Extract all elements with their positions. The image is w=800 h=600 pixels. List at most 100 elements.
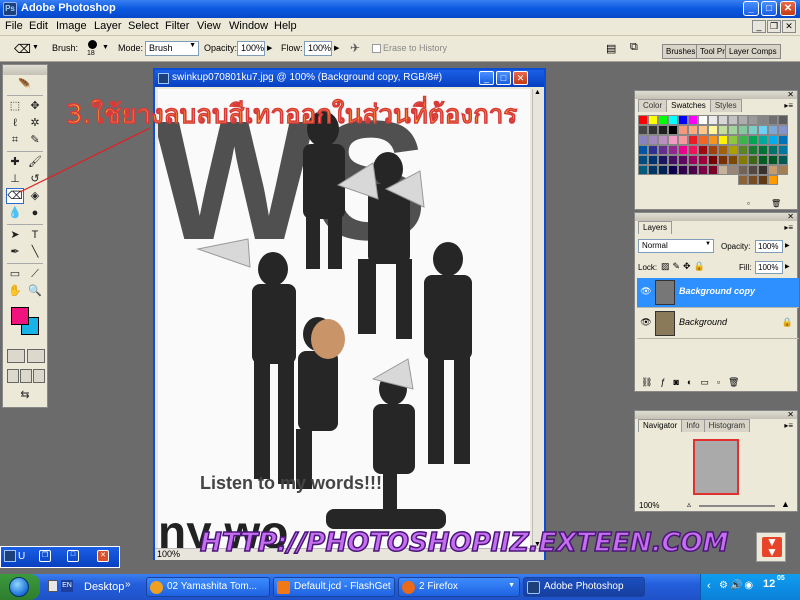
eye-icon[interactable]: 👁: [639, 286, 653, 298]
color-swatch[interactable]: [668, 115, 678, 125]
maximize-button[interactable]: □: [67, 550, 79, 562]
color-swatch[interactable]: [748, 175, 758, 185]
color-swatch[interactable]: [728, 135, 738, 145]
trash-icon[interactable]: 🗑: [728, 377, 747, 387]
color-swatch[interactable]: [648, 155, 658, 165]
color-swatch[interactable]: [748, 155, 758, 165]
color-swatch[interactable]: [748, 165, 758, 175]
color-swatch[interactable]: [718, 145, 728, 155]
color-swatch[interactable]: [778, 155, 788, 165]
color-swatch[interactable]: [738, 115, 748, 125]
taskbar-button-flashget[interactable]: Default.jcd - FlashGet: [273, 577, 395, 597]
color-swatch[interactable]: [658, 145, 668, 155]
color-swatch[interactable]: [718, 155, 728, 165]
blend-mode-select[interactable]: Normal ▼: [638, 239, 714, 253]
toolbar-chevron-icon[interactable]: »: [125, 579, 131, 590]
color-swatch[interactable]: [768, 115, 778, 125]
color-swatch[interactable]: [688, 135, 698, 145]
tab-swatches[interactable]: Swatches: [666, 99, 711, 112]
minimized-document-window[interactable]: U ❐ □ ✕: [0, 546, 120, 568]
download-widget[interactable]: ▼ ▼: [756, 532, 786, 562]
color-swatch[interactable]: [758, 115, 768, 125]
color-swatch[interactable]: [748, 145, 758, 155]
lock-options-icons[interactable]: ▨✎✥🔒: [661, 261, 708, 272]
close-button[interactable]: ✕: [97, 550, 109, 562]
color-swatch[interactable]: [758, 165, 768, 175]
color-swatch[interactable]: [668, 165, 678, 175]
color-swatch[interactable]: [708, 165, 718, 175]
color-swatch[interactable]: [648, 165, 658, 175]
color-swatch[interactable]: [678, 165, 688, 175]
color-swatch[interactable]: [778, 115, 788, 125]
panel-close-icon[interactable]: ✕: [787, 212, 794, 221]
color-swatch[interactable]: [748, 125, 758, 135]
panel-menu-icon[interactable]: ▸≡: [784, 223, 793, 232]
color-swatch[interactable]: [738, 165, 748, 175]
new-group-icon[interactable]: ▭: [700, 377, 717, 387]
color-swatch[interactable]: [708, 145, 718, 155]
color-swatch[interactable]: [768, 145, 778, 155]
color-swatch[interactable]: [688, 155, 698, 165]
trash-icon[interactable]: 🗑: [771, 199, 781, 208]
navigator-preview[interactable]: [693, 439, 739, 495]
color-swatch[interactable]: [678, 125, 688, 135]
color-swatch[interactable]: [708, 115, 718, 125]
color-swatch[interactable]: [638, 115, 648, 125]
color-swatch[interactable]: [728, 125, 738, 135]
quick-launch-icon[interactable]: [48, 580, 58, 592]
tray-expand-icon[interactable]: ‹: [707, 580, 711, 592]
desktop-toolbar-label[interactable]: Desktop: [84, 581, 124, 593]
color-swatch[interactable]: [778, 145, 788, 155]
color-swatch[interactable]: [688, 165, 698, 175]
color-swatch[interactable]: [718, 135, 728, 145]
color-swatch[interactable]: [768, 135, 778, 145]
zoom-in-icon[interactable]: ▲: [781, 499, 790, 509]
color-swatch[interactable]: [658, 135, 668, 145]
color-swatch[interactable]: [758, 175, 768, 185]
color-swatch[interactable]: [708, 135, 718, 145]
color-swatch[interactable]: [658, 155, 668, 165]
color-swatch[interactable]: [698, 155, 708, 165]
color-swatch[interactable]: [638, 125, 648, 135]
color-swatch[interactable]: [668, 125, 678, 135]
new-layer-icon[interactable]: ▫: [717, 377, 728, 387]
color-swatch[interactable]: [778, 165, 788, 175]
start-button[interactable]: [0, 574, 40, 600]
layer-row-background-copy[interactable]: 👁 Background copy: [637, 278, 799, 308]
navigator-zoom[interactable]: 100%: [639, 501, 659, 510]
color-swatch[interactable]: [658, 115, 668, 125]
color-swatch[interactable]: [728, 155, 738, 165]
color-swatch[interactable]: [738, 145, 748, 155]
color-swatch[interactable]: [728, 165, 738, 175]
color-swatch[interactable]: [718, 115, 728, 125]
color-swatch[interactable]: [738, 135, 748, 145]
color-swatch[interactable]: [688, 125, 698, 135]
color-swatch[interactable]: [758, 135, 768, 145]
color-swatch[interactable]: [648, 135, 658, 145]
tab-info[interactable]: Info: [681, 419, 705, 432]
restore-button[interactable]: ❐: [39, 550, 51, 562]
foreground-color-swatch[interactable]: [11, 307, 29, 325]
new-swatch-icon[interactable]: ▫: [747, 199, 750, 208]
zoom-out-icon[interactable]: ▵: [687, 500, 691, 509]
taskbar-button-music[interactable]: 02 Yamashita Tom...: [146, 577, 270, 597]
tab-styles[interactable]: Styles: [709, 99, 742, 112]
fill-field[interactable]: 100%: [755, 261, 783, 274]
color-swatch[interactable]: [658, 165, 668, 175]
color-swatch[interactable]: [638, 135, 648, 145]
layer-opacity-chevron-icon[interactable]: ▶: [785, 242, 790, 249]
color-swatch[interactable]: [748, 115, 758, 125]
fill-chevron-icon[interactable]: ▶: [785, 263, 790, 270]
color-swatch[interactable]: [718, 165, 728, 175]
color-swatch[interactable]: [698, 125, 708, 135]
zoom-slider[interactable]: [699, 505, 775, 507]
color-swatch[interactable]: [718, 125, 728, 135]
color-swatch[interactable]: [758, 145, 768, 155]
layer-opacity-field[interactable]: 100%: [755, 240, 783, 253]
color-swatch[interactable]: [698, 145, 708, 155]
color-swatch[interactable]: [668, 145, 678, 155]
eye-icon[interactable]: 👁: [639, 317, 653, 329]
color-swatch[interactable]: [698, 135, 708, 145]
color-swatch[interactable]: [688, 115, 698, 125]
layer-style-icon[interactable]: ƒ: [660, 377, 673, 387]
